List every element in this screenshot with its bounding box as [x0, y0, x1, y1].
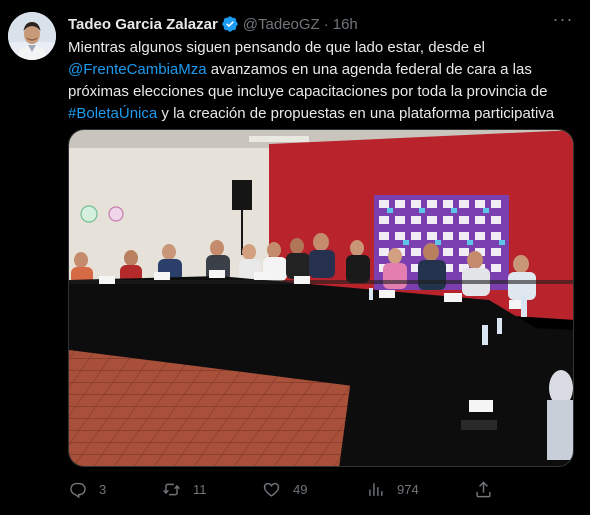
tweet-text-part-3: y la creación de propuestas en una plata… — [157, 105, 555, 122]
retweet-icon — [163, 483, 180, 495]
verified-badge-icon — [222, 16, 238, 32]
views-button[interactable]: 974 — [366, 480, 419, 499]
meeting-photo — [69, 130, 573, 466]
author-handle[interactable]: @TadeoGZ — [243, 16, 320, 33]
retweet-count: 11 — [193, 481, 207, 497]
views-icon — [369, 482, 383, 496]
reply-button[interactable]: 3 — [68, 480, 106, 499]
author-name[interactable]: Tadeo Garcia Zalazar — [68, 16, 218, 33]
tweet-text-part-1: Mientras algunos siguen pensando de que … — [68, 39, 485, 56]
share-icon — [476, 480, 491, 497]
reply-count: 3 — [99, 481, 107, 497]
share-button[interactable] — [474, 480, 493, 499]
separator-dot: · — [323, 15, 329, 33]
retweet-button[interactable]: 11 — [162, 480, 207, 499]
author-avatar[interactable] — [8, 12, 56, 60]
tweet-timestamp[interactable]: 16h — [333, 16, 358, 33]
views-count: 974 — [397, 481, 419, 497]
reply-icon — [70, 482, 86, 498]
mention-link[interactable]: @FrenteCambiaMza — [68, 61, 207, 78]
avatar-photo — [8, 12, 56, 60]
tweet-actions-bar: 3 11 49 974 — [68, 476, 498, 502]
like-button[interactable]: 49 — [262, 480, 307, 499]
hashtag-link[interactable]: #BoletaÚnica — [68, 105, 157, 122]
tweet-header: Tadeo Garcia Zalazar @TadeoGZ · 16h — [68, 14, 358, 34]
tweet-card: ··· Tadeo Garcia Zalazar @TadeoGZ · 16h … — [0, 0, 590, 515]
tweet-photo[interactable] — [68, 129, 574, 467]
heart-icon — [263, 482, 280, 497]
tweet-text: Mientras algunos siguen pensando de que … — [68, 37, 574, 125]
more-options-button[interactable]: ··· — [552, 10, 574, 34]
like-count: 49 — [293, 481, 308, 497]
